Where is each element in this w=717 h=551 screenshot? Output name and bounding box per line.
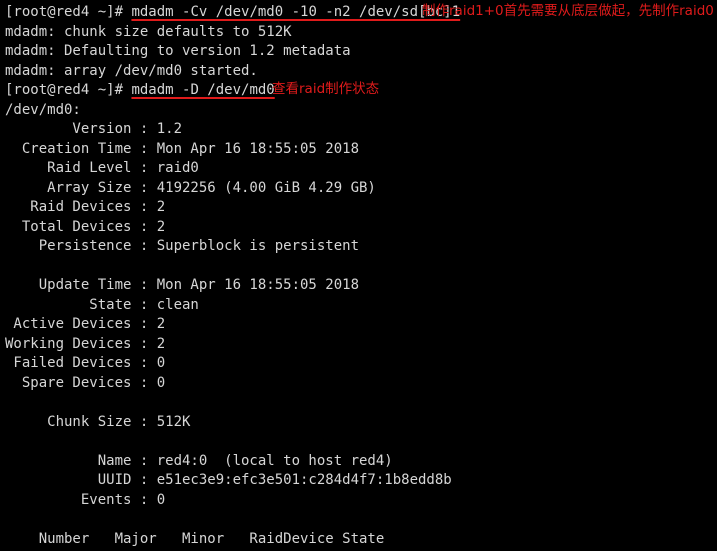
terminal-output-line: Failed Devices : 0 xyxy=(5,354,717,374)
terminal-output-text: Working Devices : 2 xyxy=(5,335,166,352)
terminal-output-line: Version : 1.2 xyxy=(5,120,717,140)
annotation-create-raid10: 制作raid1+0首先需要从底层做起，先制作raid0 xyxy=(422,3,714,19)
terminal-output-line: Active Devices : 2 xyxy=(5,315,717,335)
terminal-output-text: Total Devices : 2 xyxy=(5,218,166,235)
terminal-output-line: Chunk Size : 512K xyxy=(5,413,717,433)
terminal-output-text: Persistence : Superblock is persistent xyxy=(5,238,360,254)
terminal-output-line: State : clean xyxy=(5,296,717,316)
terminal-output-line: UUID : e51ec3e9:efc3e501:c284d4f7:1b8edd… xyxy=(5,471,717,491)
terminal-output-text: Array Size : 4192256 (4.00 GiB 4.29 GB) xyxy=(5,179,376,196)
terminal-output-text: mdadm: array /dev/md0 started. xyxy=(5,62,258,79)
terminal-output-line: Name : red4:0 (local to host red4) xyxy=(5,452,717,472)
terminal-output-line: Number Major Minor RaidDevice State xyxy=(5,530,717,550)
terminal-window[interactable]: [root@red4 ~]# mdadm -Cv /dev/md0 -10 -n… xyxy=(0,0,717,551)
terminal-output-line: mdadm: Defaulting to version 1.2 metadat… xyxy=(5,42,717,62)
terminal-output-text: Version : 1.2 xyxy=(5,121,183,137)
terminal-output-text: Update Time : Mon Apr 16 18:55:05 2018 xyxy=(5,277,360,293)
terminal-output-line: Spare Devices : 0 xyxy=(5,374,717,394)
terminal-output-line: Raid Level : raid0 xyxy=(5,159,717,179)
shell-prompt: [root@red4 ~]# xyxy=(5,82,132,98)
terminal-output-line: Events : 0 xyxy=(5,491,717,511)
terminal-output-line: Array Size : 4192256 (4.00 GiB 4.29 GB) xyxy=(5,179,717,199)
terminal-output-line: mdadm: array /dev/md0 started. xyxy=(5,62,717,82)
terminal-output-line: Persistence : Superblock is persistent xyxy=(5,237,717,257)
terminal-output-text: Name : red4:0 (local to host red4) xyxy=(5,452,393,469)
terminal-output-text: State : clean xyxy=(5,296,199,313)
terminal-command-text: mdadm -Cv /dev/md0 -10 -n2 /dev/sd[bc]1 xyxy=(131,4,461,20)
terminal-output-text: Raid Devices : 2 xyxy=(5,199,166,215)
terminal-output-text: mdadm: chunk size defaults to 512K xyxy=(5,23,292,40)
terminal-output-line: /dev/md0: xyxy=(5,101,717,121)
terminal-output-text: mdadm: Defaulting to version 1.2 metadat… xyxy=(5,43,351,59)
terminal-output-text: Raid Level : raid0 xyxy=(5,160,199,176)
terminal-output-line: Total Devices : 2 xyxy=(5,218,717,238)
terminal-output-line: Working Devices : 2 xyxy=(5,335,717,355)
terminal-output-text: Failed Devices : 0 xyxy=(5,355,166,371)
terminal-output-text: /dev/md0: xyxy=(5,101,81,118)
terminal-output-line: mdadm: chunk size defaults to 512K xyxy=(5,23,717,43)
terminal-output-text: UUID : e51ec3e9:efc3e501:c284d4f7:1b8edd… xyxy=(5,472,452,488)
terminal-output-text: Events : 0 xyxy=(5,491,166,508)
terminal-output-text: Creation Time : Mon Apr 16 18:55:05 2018 xyxy=(5,140,360,157)
shell-prompt: [root@red4 ~]# xyxy=(5,4,132,20)
terminal-output-line: Raid Devices : 2 xyxy=(5,198,717,218)
terminal-output-text: Spare Devices : 0 xyxy=(5,374,166,391)
annotation-check-raid-status: 查看raid制作状态 xyxy=(272,81,380,97)
terminal-output-text: Active Devices : 2 xyxy=(5,316,166,332)
terminal-output-line: Creation Time : Mon Apr 16 18:55:05 2018 xyxy=(5,140,717,160)
terminal-output-text: Number Major Minor RaidDevice State xyxy=(5,530,385,547)
terminal-command-text: mdadm -D /dev/md0 xyxy=(131,82,275,98)
terminal-output-text: Chunk Size : 512K xyxy=(5,413,191,430)
terminal-output-line: Update Time : Mon Apr 16 18:55:05 2018 xyxy=(5,276,717,296)
